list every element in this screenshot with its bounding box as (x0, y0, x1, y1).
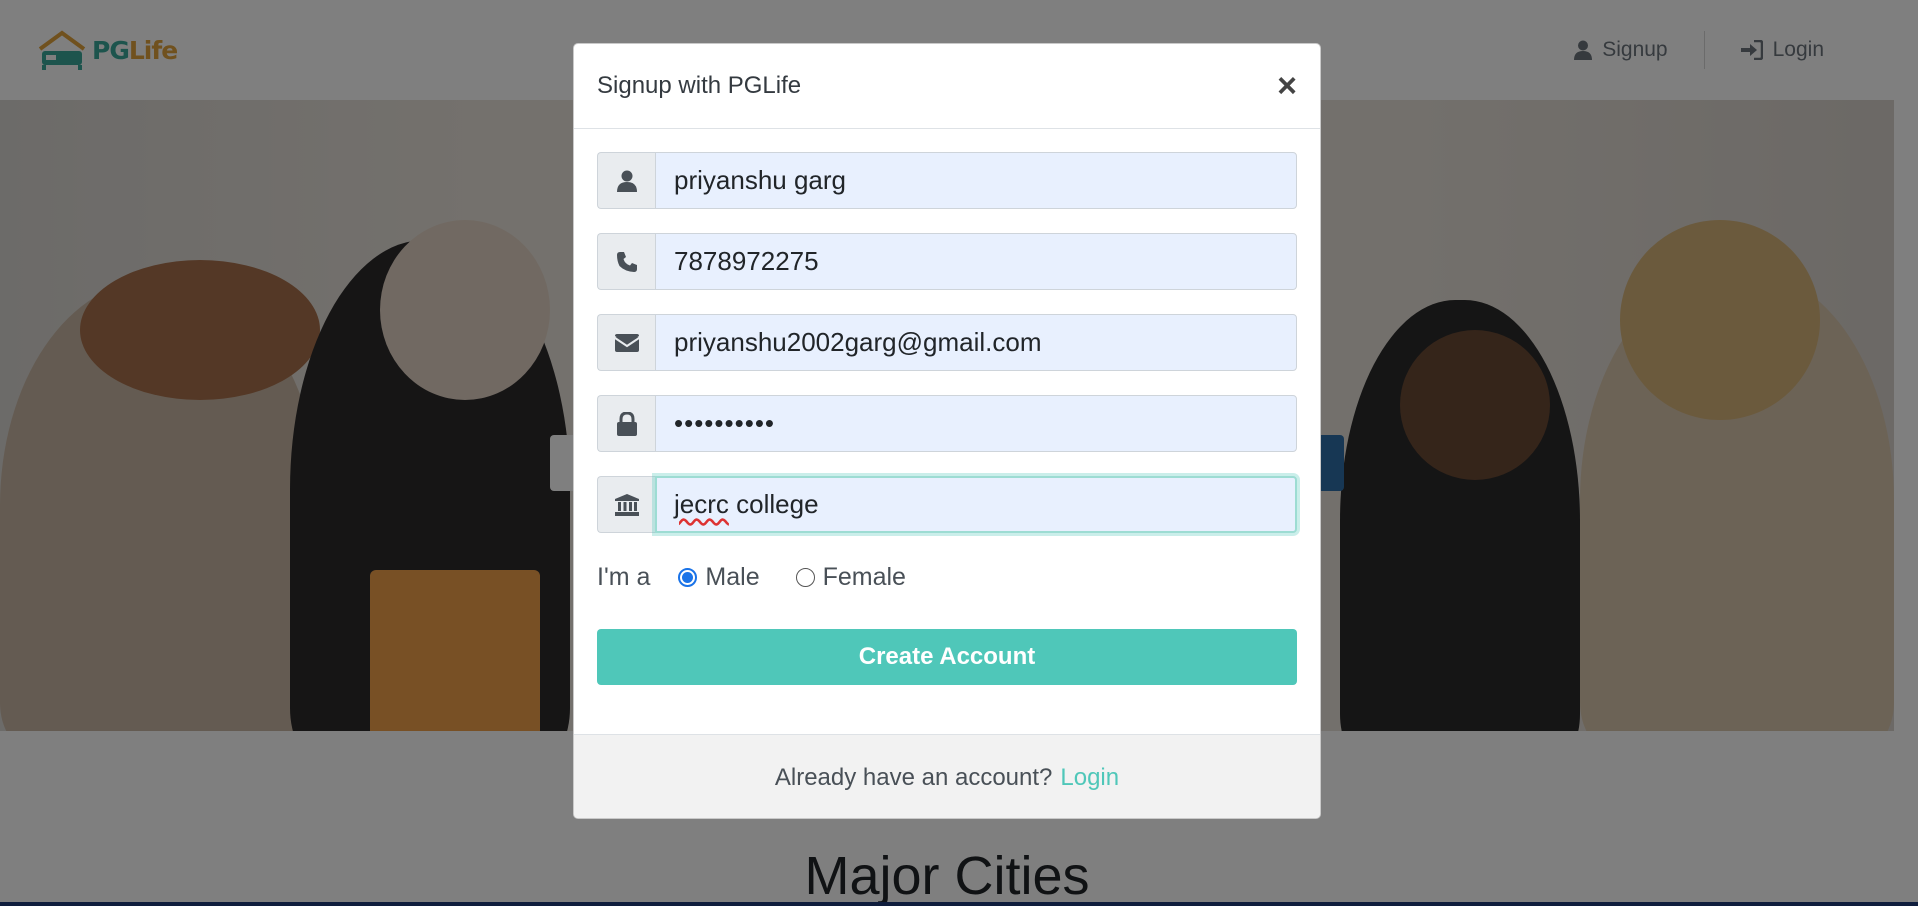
close-button[interactable]: × (1277, 69, 1297, 103)
signup-modal: Signup with PGLife × priyanshu garg 7878… (573, 43, 1321, 819)
modal-body: jecrc college I'm a Male Female Create A… (574, 129, 1320, 685)
password-input[interactable] (655, 395, 1297, 452)
envelope-icon (597, 314, 655, 371)
college-input-word-misspelled: jecrc (674, 489, 729, 519)
gender-female-radio[interactable]: Female (795, 562, 906, 592)
gender-female-label: Female (822, 562, 906, 591)
college-input-rest: college (728, 489, 819, 519)
modal-header: Signup with PGLife × (574, 44, 1320, 129)
radio-unselected-icon (795, 567, 815, 587)
modal-footer: Already have an account? Login (574, 734, 1320, 818)
gender-label: I'm a (597, 562, 651, 591)
phone-group (597, 233, 1297, 290)
footer-login-link[interactable]: Login (1060, 764, 1119, 792)
college-input[interactable]: jecrc college (655, 476, 1297, 533)
gender-row: I'm a Male Female (597, 557, 1297, 597)
lock-icon (597, 395, 655, 452)
user-icon (597, 152, 655, 209)
full-name-input[interactable] (655, 152, 1297, 209)
email-group (597, 314, 1297, 371)
email-input[interactable] (655, 314, 1297, 371)
radio-selected-icon (678, 567, 698, 587)
college-input-wrap: jecrc college (655, 476, 1297, 533)
university-icon (597, 476, 655, 533)
college-group: jecrc college (597, 476, 1297, 533)
modal-title: Signup with PGLife (597, 72, 802, 99)
gender-male-radio[interactable]: Male (678, 562, 760, 592)
gender-male-label: Male (705, 562, 760, 591)
full-name-group (597, 152, 1297, 209)
footer-text: Already have an account? (774, 763, 1053, 791)
password-group (597, 395, 1297, 452)
create-account-button[interactable]: Create Account (597, 629, 1297, 685)
phone-input[interactable] (655, 233, 1297, 290)
phone-icon (597, 233, 655, 290)
